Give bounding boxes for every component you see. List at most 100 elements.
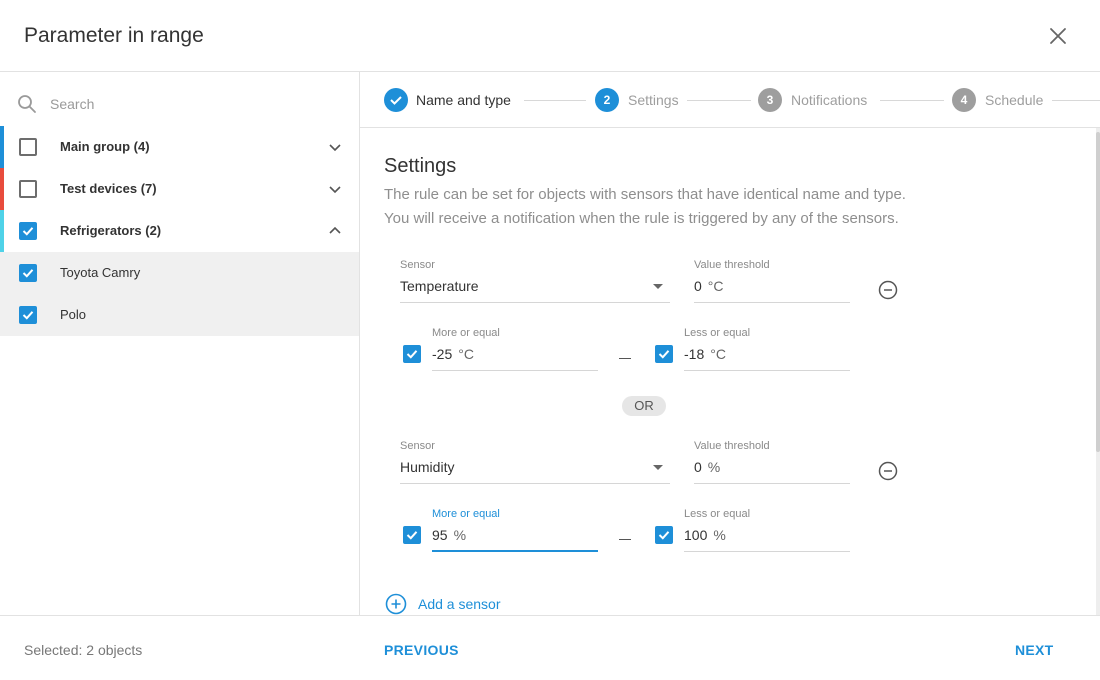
more-value: -25 (432, 346, 453, 362)
threshold-underline (694, 483, 850, 484)
range-dash (619, 539, 631, 540)
list-item[interactable]: Toyota Camry (0, 252, 359, 294)
step-connector (524, 100, 586, 101)
unit-label: % (707, 459, 721, 475)
sensor-value: Humidity (400, 459, 455, 475)
threshold-label: Value threshold (694, 440, 770, 452)
description-line-1: The rule can be set for objects with sen… (384, 186, 906, 203)
more-underline (432, 370, 598, 371)
range-dash (619, 358, 631, 359)
step-1-label[interactable]: Name and type (416, 92, 511, 108)
chevron-down-icon[interactable] (653, 465, 663, 470)
check-icon (22, 269, 34, 278)
threshold-input[interactable]: 0% (694, 459, 850, 479)
step-1-circle[interactable] (384, 88, 408, 112)
next-button[interactable]: NEXT (1015, 642, 1054, 658)
less-underline (684, 370, 850, 371)
close-button[interactable] (1046, 24, 1070, 48)
unit-label: °C (707, 278, 724, 294)
group-checkbox[interactable] (19, 180, 37, 198)
previous-button[interactable]: PREVIOUS (384, 642, 459, 658)
step-connector (687, 100, 751, 101)
check-icon (390, 96, 402, 105)
threshold-value: 0 (694, 459, 702, 475)
dialog-footer: Selected: 2 objects PREVIOUS NEXT (0, 615, 1100, 680)
step-3-circle[interactable]: 3 (758, 88, 782, 112)
less-value: 100 (684, 527, 708, 543)
less-or-equal-input[interactable]: 100% (684, 527, 850, 547)
unit-label: °C (458, 346, 474, 362)
check-icon (406, 531, 418, 540)
group-main[interactable]: Main group (4) (0, 126, 359, 168)
dialog-title: Parameter in range (24, 24, 204, 47)
sensor-label: Sensor (400, 259, 435, 271)
more-or-equal-label: More or equal (432, 508, 500, 520)
step-connector (1052, 100, 1100, 101)
plus-circle-icon (385, 593, 407, 615)
check-icon (22, 311, 34, 320)
less-underline (684, 551, 850, 552)
minus-circle-icon[interactable] (878, 280, 898, 300)
item-checkbox[interactable] (19, 264, 37, 282)
close-icon[interactable] (1046, 24, 1070, 48)
stepper: Name and type 2 Settings 3 Notifications… (360, 72, 1100, 128)
search-input[interactable] (50, 93, 330, 115)
group-label: Refrigerators (2) (60, 223, 162, 238)
scrollbar[interactable] (1096, 128, 1100, 615)
selected-count: Selected: 2 objects (24, 642, 143, 658)
settings-panel: Name and type 2 Settings 3 Notifications… (360, 72, 1100, 615)
item-label: Polo (60, 307, 87, 322)
less-value: -18 (684, 346, 705, 362)
threshold-label: Value threshold (694, 259, 770, 271)
sensor-select[interactable]: Temperature (400, 278, 670, 298)
more-or-equal-checkbox[interactable] (403, 526, 421, 544)
more-value: 95 (432, 527, 448, 543)
description-line-2: You will receive a notification when the… (384, 210, 899, 227)
chevron-down-icon[interactable] (327, 139, 343, 155)
scrollbar-thumb[interactable] (1096, 132, 1100, 452)
chevron-down-icon[interactable] (327, 181, 343, 197)
step-4-circle[interactable]: 4 (952, 88, 976, 112)
group-color-bar (0, 210, 4, 252)
group-color-bar (0, 126, 4, 168)
unit-label: °C (710, 346, 726, 362)
group-label: Test devices (7) (60, 181, 157, 196)
item-label: Toyota Camry (60, 265, 141, 280)
more-or-equal-input[interactable]: 95% (432, 527, 598, 547)
section-title: Settings (384, 155, 457, 177)
check-icon (658, 531, 670, 540)
less-or-equal-checkbox[interactable] (655, 526, 673, 544)
less-or-equal-label: Less or equal (684, 508, 751, 520)
sensor-select[interactable]: Humidity (400, 459, 670, 479)
step-2-circle[interactable]: 2 (595, 88, 619, 112)
step-2-label[interactable]: Settings (628, 92, 679, 108)
group-checkbox[interactable] (19, 138, 37, 156)
threshold-value: 0 (694, 278, 702, 294)
search-icon (18, 95, 36, 113)
check-icon (658, 350, 670, 359)
group-checkbox[interactable] (19, 222, 37, 240)
less-or-equal-checkbox[interactable] (655, 345, 673, 363)
dialog-header: Parameter in range (0, 0, 1100, 72)
item-checkbox[interactable] (19, 306, 37, 324)
minus-circle-icon[interactable] (878, 461, 898, 481)
step-4-label[interactable]: Schedule (985, 92, 1043, 108)
more-or-equal-input[interactable]: -25 °C (432, 346, 598, 366)
group-refrigerators[interactable]: Refrigerators (2) (0, 210, 359, 252)
step-3-label[interactable]: Notifications (791, 92, 867, 108)
search-box[interactable] (0, 82, 359, 126)
or-badge: OR (622, 396, 666, 416)
group-label: Main group (4) (60, 139, 150, 154)
chevron-down-icon[interactable] (653, 284, 663, 289)
add-sensor-label: Add a sensor (418, 596, 501, 612)
more-or-equal-checkbox[interactable] (403, 345, 421, 363)
group-test-devices[interactable]: Test devices (7) (0, 168, 359, 210)
less-or-equal-input[interactable]: -18 °C (684, 346, 850, 366)
chevron-up-icon[interactable] (327, 223, 343, 239)
threshold-input[interactable]: 0 °C (694, 278, 850, 298)
list-item[interactable]: Polo (0, 294, 359, 336)
more-or-equal-label: More or equal (432, 327, 500, 339)
check-icon (406, 350, 418, 359)
threshold-underline (694, 302, 850, 303)
sensor-value: Temperature (400, 278, 479, 294)
